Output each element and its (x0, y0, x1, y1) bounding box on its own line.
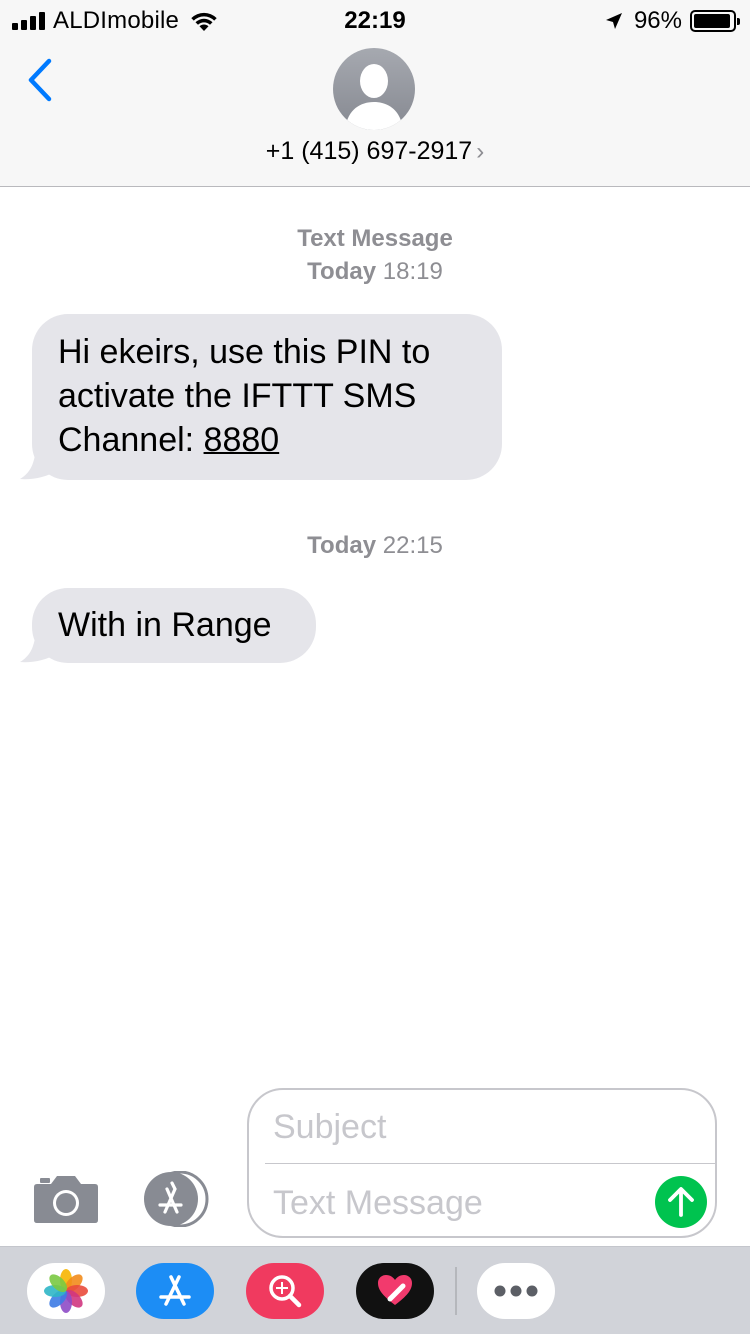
app-store-button[interactable] (140, 1170, 212, 1232)
chevron-left-icon (28, 58, 52, 102)
app-store-app-button[interactable] (136, 1263, 214, 1319)
subject-input[interactable]: Subject (273, 1104, 386, 1150)
chevron-right-icon: › (476, 138, 485, 165)
message-bubble-received[interactable]: Hi ekeirs, use this PIN to activate the … (32, 314, 502, 480)
battery-tip (737, 18, 740, 25)
digital-touch-icon (378, 1275, 412, 1305)
more-apps-button[interactable] (477, 1263, 555, 1319)
timestamp-2-day: Today (307, 532, 377, 559)
person-silhouette-icon (345, 64, 403, 130)
app-store-icon (159, 1275, 191, 1306)
contact-name[interactable]: +1 (415) 697-2917 › (0, 134, 750, 169)
app-drawer (0, 1246, 750, 1334)
app-store-icon (144, 1170, 209, 1228)
timestamp-2: Today 22:15 (0, 530, 750, 562)
more-icon (494, 1285, 538, 1297)
drawer-separator (455, 1267, 457, 1315)
contact-avatar[interactable] (333, 48, 415, 130)
conversation-header: ALDImobile 22:19 96% +1 (415) 697-2917 › (0, 0, 750, 187)
timestamp-1-day: Today (307, 258, 377, 285)
battery-percent: 96% (633, 7, 682, 34)
send-button[interactable] (655, 1176, 707, 1228)
photos-app-button[interactable] (27, 1263, 105, 1319)
contact-number: +1 (415) 697-2917 (265, 137, 473, 165)
camera-icon (34, 1176, 98, 1223)
photos-app-icon (44, 1269, 88, 1313)
message-line-pin: Channel: 8880 (58, 418, 476, 462)
battery-level-fill (694, 14, 731, 28)
back-button[interactable] (20, 55, 60, 105)
search-images-app-button[interactable] (246, 1263, 324, 1319)
message-text: With in Range (58, 606, 272, 644)
battery-icon (690, 10, 740, 32)
timestamp-1-time: 18:19 (382, 258, 443, 285)
camera-button[interactable] (33, 1174, 99, 1229)
arrow-up-icon (668, 1187, 694, 1217)
thread-label: Text Message (0, 223, 750, 255)
thread-type-label: Text Message (297, 225, 453, 252)
status-bar: ALDImobile 22:19 96% (0, 0, 750, 40)
timestamp-2-time: 22:15 (382, 532, 443, 559)
message-bubble-received[interactable]: With in Range (32, 588, 316, 663)
digital-touch-app-button[interactable] (356, 1263, 434, 1319)
timestamp-1: Today 18:19 (0, 256, 750, 288)
message-input-box[interactable]: Subject Text Message (247, 1088, 717, 1238)
message-line: Hi ekeirs, use this PIN to (58, 333, 431, 371)
pin-link[interactable]: 8880 (204, 421, 280, 459)
message-input[interactable]: Text Message (273, 1180, 483, 1226)
message-line: activate the IFTTT SMS (58, 377, 417, 415)
input-divider (265, 1163, 715, 1164)
search-images-icon (269, 1275, 302, 1308)
location-arrow-icon (605, 13, 622, 29)
message-line: Channel: (58, 421, 204, 459)
status-right: 96% (604, 6, 740, 36)
